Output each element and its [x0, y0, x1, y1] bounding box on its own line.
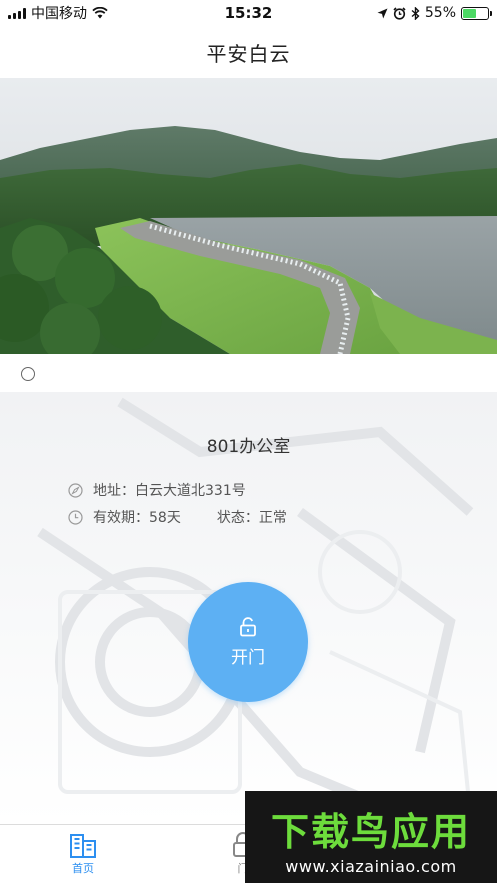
page-title: 平安白云 — [206, 41, 291, 66]
compass-icon — [68, 482, 83, 498]
battery-fill — [463, 8, 477, 18]
tab-home[interactable]: 首页 — [43, 825, 123, 883]
battery-percent: 55% — [424, 5, 456, 21]
open-door-label: 开门 — [231, 647, 265, 668]
watermark-title: 下载鸟应用 — [270, 810, 471, 854]
door-card: 801办公室 地址： 白云大道北331号 有效期： 58天 状态： 正常 开门 — [0, 392, 497, 824]
validity-value: 58天 — [149, 510, 181, 526]
location-icon — [377, 8, 388, 18]
building-icon — [70, 834, 96, 858]
unlock-icon — [240, 616, 256, 636]
tab-home-label: 首页 — [72, 862, 94, 875]
banner-image — [0, 78, 497, 354]
watermark-overlay: 下载鸟应用 www.xiazainiao.com — [245, 791, 497, 883]
watermark-url: www.xiazainiao.com — [285, 857, 457, 876]
validity-row: 有效期： 58天 状态： 正常 — [68, 507, 287, 527]
battery-icon — [461, 6, 492, 20]
room-name: 801办公室 — [206, 437, 291, 457]
open-door-button[interactable]: 开门 — [188, 582, 308, 702]
status-right: 55% — [377, 5, 492, 21]
nav-bar: 平安白云 — [0, 26, 497, 78]
status-left: 中国移动 — [8, 3, 108, 23]
banner-carousel[interactable] — [0, 78, 497, 354]
signal-icon — [8, 7, 26, 19]
validity-label: 有效期： — [93, 510, 149, 526]
address-label: 地址： — [93, 483, 135, 499]
address-row: 地址： 白云大道北331号 — [68, 480, 246, 500]
status-bar: 中国移动 15:32 55% — [0, 0, 497, 26]
wifi-icon — [92, 7, 108, 19]
carrier-label: 中国移动 — [31, 6, 87, 22]
status-label: 状态： — [216, 510, 259, 526]
clock-icon — [68, 509, 83, 525]
alarm-icon — [393, 6, 406, 20]
status-value: 正常 — [258, 510, 287, 526]
address-value: 白云大道北331号 — [135, 483, 246, 499]
bluetooth-icon — [411, 6, 420, 20]
carousel-page-indicator[interactable] — [21, 367, 35, 381]
